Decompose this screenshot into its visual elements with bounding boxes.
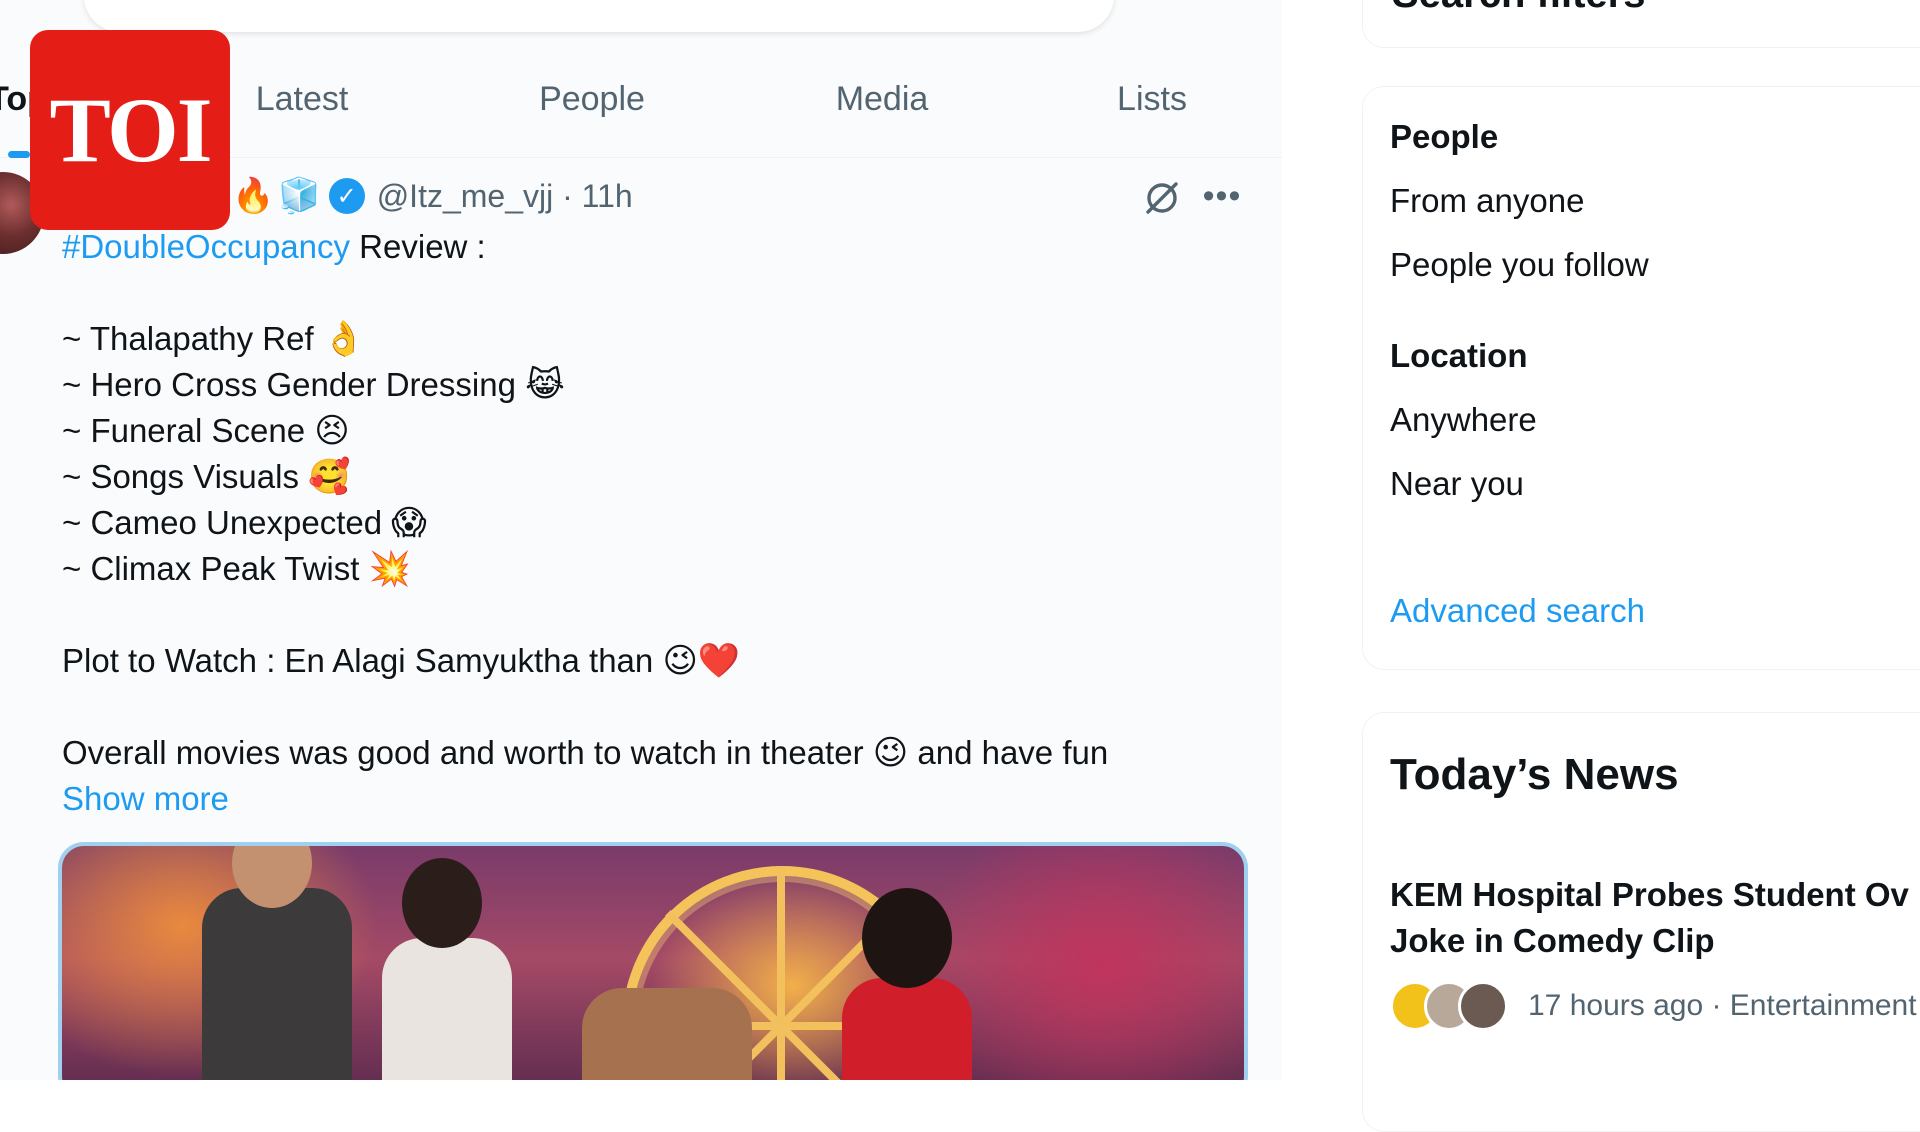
tweet-media-image[interactable] [58, 842, 1248, 1080]
grok-icon[interactable] [1142, 178, 1182, 218]
todays-news-title: Today’s News [1390, 750, 1679, 799]
people-filter-title: People [1390, 118, 1499, 155]
review-item: ~ Hero Cross Gender Dressing 😹 [62, 366, 565, 404]
review-item: ~ Thalapathy Ref 👌 [62, 320, 366, 358]
search-filters-panel [1362, 86, 1920, 670]
right-sidebar: Search filters People From anyone People… [1282, 0, 1920, 1132]
toi-logo: TOI [30, 30, 230, 230]
review-item: ~ Cameo Unexpected 😱 [62, 504, 427, 542]
hashtag-link[interactable]: #DoubleOccupancy [62, 228, 350, 265]
tweet-header: 🔥 🧊 ✓ @Itz_me_vjj · 11h [232, 172, 633, 220]
source-avatar [1458, 981, 1508, 1031]
search-filters-title: Search filters [1392, 0, 1645, 17]
tweet-text: #DoubleOccupancy Review : ~ Thalapathy R… [62, 224, 1242, 822]
filter-near-you[interactable]: Near you [1390, 465, 1524, 503]
name-emoji-fire: 🔥 [232, 177, 275, 215]
toi-logo-text: TOI [49, 79, 212, 181]
location-filter-title: Location [1390, 337, 1528, 374]
tweet[interactable]: 🔥 🧊 ✓ @Itz_me_vjj · 11h ••• #DoubleOccup… [0, 158, 1282, 1080]
review-item: ~ Funeral Scene 😣 [62, 412, 350, 450]
name-emoji-ice: 🧊 [278, 177, 321, 215]
filter-people-you-follow[interactable]: People you follow [1390, 246, 1649, 284]
news-timestamp-category: 17 hours ago · Entertainment · [1528, 989, 1920, 1022]
news-meta: 17 hours ago · Entertainment · [1390, 980, 1920, 1032]
show-more-link[interactable]: Show more [62, 780, 229, 817]
more-options-icon[interactable]: ••• [1202, 176, 1242, 216]
tab-latest[interactable]: Latest [232, 40, 372, 158]
tab-lists[interactable]: Lists [1082, 40, 1222, 158]
plot-line: Plot to Watch : En Alagi Samyuktha than … [62, 642, 741, 680]
review-item: ~ Songs Visuals 🥰 [62, 458, 351, 496]
overall-line: Overall movies was good and worth to wat… [62, 734, 1109, 772]
search-bar[interactable] [84, 0, 1114, 32]
tab-media[interactable]: Media [812, 40, 952, 158]
tweet-time: 11h [581, 177, 633, 214]
news-headline[interactable]: KEM Hospital Probes Student Ov Joke in C… [1390, 872, 1920, 964]
tab-people[interactable]: People [522, 40, 662, 158]
advanced-search-link[interactable]: Advanced search [1390, 592, 1645, 630]
filter-from-anyone[interactable]: From anyone [1390, 182, 1584, 220]
verified-badge-icon: ✓ [328, 178, 365, 214]
filter-anywhere[interactable]: Anywhere [1390, 401, 1537, 439]
review-item: ~ Climax Peak Twist 💥 [62, 550, 411, 588]
active-tab-indicator [8, 151, 30, 158]
tweet-handle[interactable]: @Itz_me_vjj · 11h [377, 178, 633, 215]
